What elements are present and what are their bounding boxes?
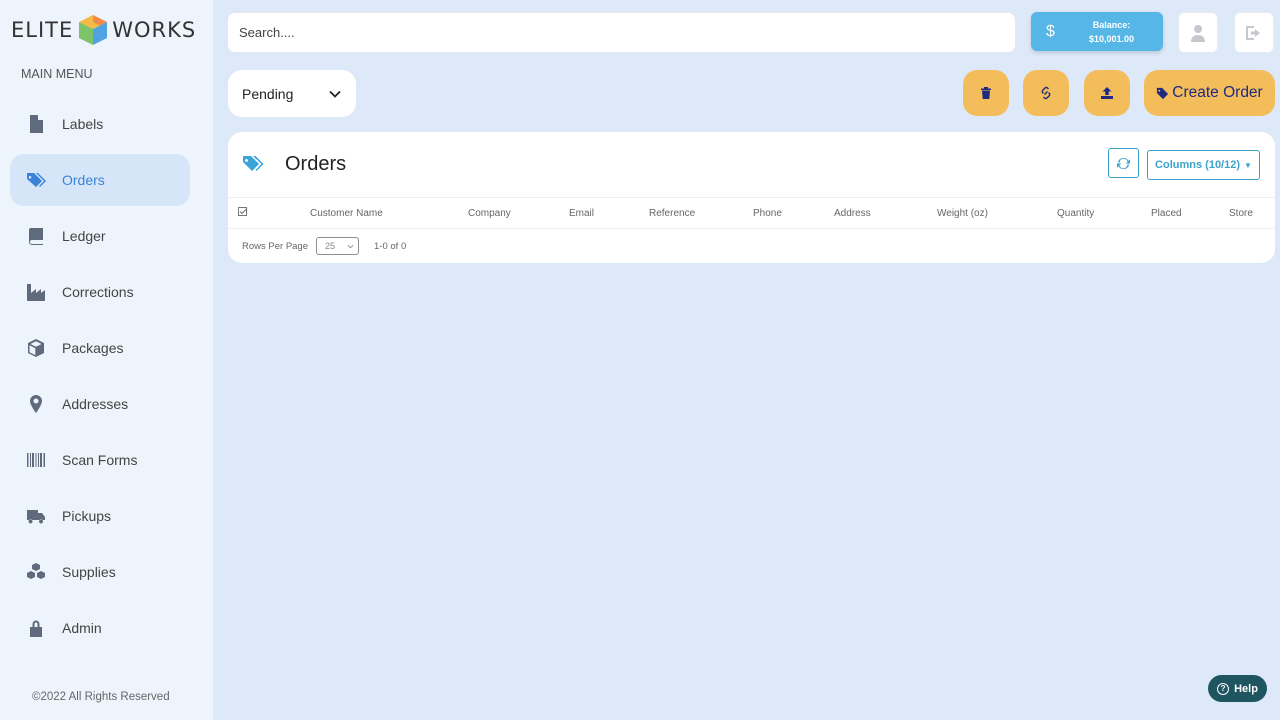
pagination: Rows Per Page 25 1-0 of 0 — [242, 237, 406, 255]
create-order-button[interactable]: Create Order — [1144, 70, 1275, 116]
sidebar-item-addresses[interactable]: Addresses — [10, 378, 190, 430]
sidebar-item-label: Admin — [62, 620, 102, 636]
column-header-phone[interactable]: Phone — [753, 208, 782, 219]
column-header-quantity[interactable]: Quantity — [1057, 208, 1094, 219]
sidebar-item-label: Ledger — [62, 228, 106, 244]
rows-per-page-select[interactable]: 25 — [316, 237, 360, 255]
sidebar-item-corrections[interactable]: Corrections — [10, 266, 190, 318]
help-label: Help — [1234, 682, 1258, 695]
tags-icon — [24, 168, 48, 192]
search-bar[interactable] — [227, 12, 1016, 53]
sidebar-item-orders[interactable]: Orders — [10, 154, 190, 206]
sidebar-item-label: Addresses — [62, 396, 129, 412]
link-icon — [1041, 86, 1051, 100]
cubes-icon — [24, 560, 48, 584]
sidebar-item-supplies[interactable]: Supplies — [10, 546, 190, 598]
column-header-placed[interactable]: Placed — [1151, 208, 1182, 219]
link-button[interactable] — [1023, 70, 1069, 116]
sidebar-item-label: Scan Forms — [62, 452, 138, 468]
check-square-icon[interactable] — [238, 207, 248, 217]
user-icon — [1191, 24, 1205, 42]
sign-out-icon — [1246, 25, 1260, 40]
cube-icon — [24, 336, 48, 360]
sidebar-item-pickups[interactable]: Pickups — [10, 490, 190, 542]
search-input[interactable] — [239, 25, 1015, 40]
orders-panel: Orders Columns (10/12) ▼ Customer Name C… — [228, 132, 1275, 263]
chevron-down-icon — [329, 90, 341, 98]
help-button[interactable]: ? Help — [1208, 675, 1267, 702]
caret-down-icon: ▼ — [1244, 160, 1252, 170]
logo-cube-icon — [79, 15, 108, 45]
dollar-icon: $ — [1046, 22, 1055, 40]
balance-button[interactable]: $ Balance: $10,001.00 — [1031, 12, 1163, 51]
logo-text-left: ELITE — [11, 18, 74, 42]
sidebar-item-label: Packages — [62, 340, 124, 356]
logout-button[interactable] — [1234, 12, 1274, 53]
table-header: Customer Name Company Email Reference Ph… — [228, 197, 1275, 229]
barcode-icon — [24, 448, 48, 472]
sidebar-item-label: Pickups — [62, 508, 112, 524]
tag-icon — [1157, 87, 1169, 99]
pagination-range: 1-0 of 0 — [374, 240, 407, 252]
file-icon — [24, 112, 48, 136]
copyright-text: ©2022 All Rights Reserved — [32, 691, 170, 703]
lock-icon — [24, 616, 48, 640]
balance-amount: $10,001.00 — [1088, 33, 1135, 44]
rows-per-page-value: 25 — [325, 241, 336, 251]
sidebar-item-scan-forms[interactable]: Scan Forms — [10, 434, 190, 486]
column-header-email[interactable]: Email — [569, 208, 594, 219]
column-header-reference[interactable]: Reference — [649, 208, 695, 219]
main-menu-heading: MAIN MENU — [21, 67, 93, 81]
upload-icon — [1101, 87, 1113, 99]
sidebar-menu: Labels Orders Ledger Corrections Package… — [10, 98, 190, 658]
industry-icon — [24, 280, 48, 304]
create-order-label: Create Order — [1172, 84, 1263, 101]
book-icon — [24, 224, 48, 248]
delete-button[interactable] — [963, 70, 1009, 116]
map-marker-icon — [24, 392, 48, 416]
truck-icon — [24, 504, 48, 528]
sidebar-item-ledger[interactable]: Ledger — [10, 210, 190, 262]
chevron-down-icon — [347, 244, 354, 248]
refresh-button[interactable] — [1108, 148, 1139, 178]
sidebar-item-label: Corrections — [62, 284, 134, 300]
column-header-store[interactable]: Store — [1229, 208, 1253, 219]
balance-text: Balance: $10,001.00 — [1060, 18, 1163, 46]
page-title: Orders — [285, 153, 347, 175]
sidebar-item-label: Supplies — [62, 564, 116, 580]
tags-icon — [243, 156, 264, 171]
column-header-customer-name[interactable]: Customer Name — [310, 208, 383, 219]
trash-icon — [981, 87, 991, 99]
balance-label: Balance: — [1092, 19, 1131, 30]
status-filter-select[interactable]: Pending — [228, 70, 356, 117]
logo-text-right: WORKS — [112, 18, 197, 42]
sidebar: ELITE WORKS MAIN MENU Labels Orders Ledg… — [0, 0, 213, 720]
rows-per-page-label: Rows Per Page — [242, 240, 309, 252]
sidebar-item-label: Orders — [62, 172, 105, 188]
profile-button[interactable] — [1178, 12, 1218, 53]
sidebar-item-label: Labels — [62, 116, 104, 132]
sidebar-item-labels[interactable]: Labels — [10, 98, 190, 150]
question-circle-icon: ? — [1217, 682, 1230, 695]
columns-dropdown-button[interactable]: Columns (10/12) ▼ — [1147, 150, 1260, 180]
sidebar-item-admin[interactable]: Admin — [10, 602, 190, 654]
upload-button[interactable] — [1084, 70, 1130, 116]
column-header-address[interactable]: Address — [834, 208, 871, 219]
refresh-icon — [1116, 157, 1131, 169]
sidebar-item-packages[interactable]: Packages — [10, 322, 190, 374]
columns-label: Columns (10/12) — [1155, 159, 1241, 171]
status-filter-value: Pending — [242, 85, 294, 102]
column-header-weight[interactable]: Weight (oz) — [937, 208, 988, 219]
column-header-company[interactable]: Company — [468, 208, 511, 219]
logo[interactable]: ELITE WORKS — [11, 12, 196, 48]
